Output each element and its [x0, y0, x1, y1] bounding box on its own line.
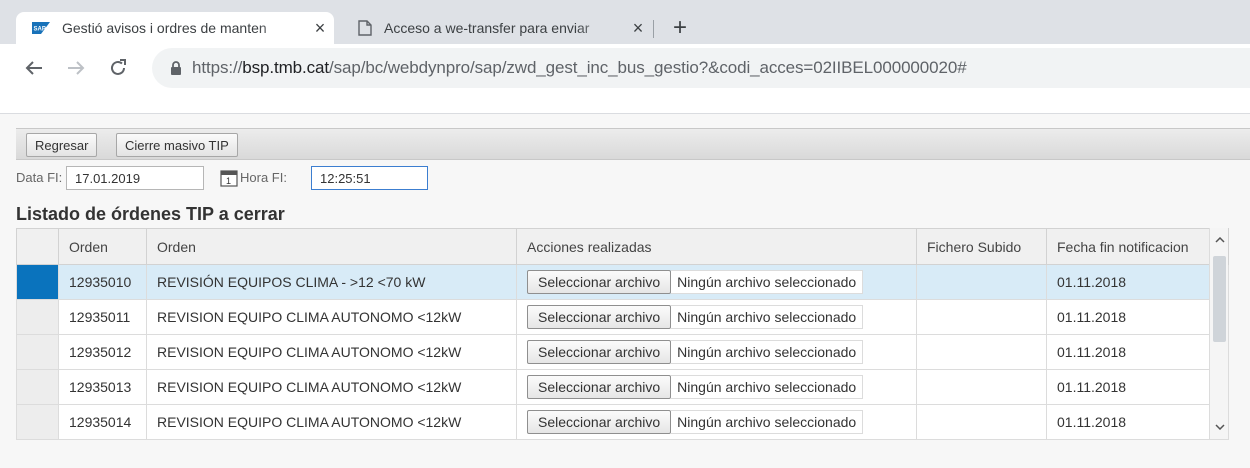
no-file-text: Ningún archivo seleccionado — [671, 340, 864, 364]
table-row[interactable]: 12935014 REVISION EQUIPO CLIMA AUTONOMO … — [16, 404, 1229, 440]
uploaded-file — [916, 369, 1047, 405]
table-row[interactable]: 12935011 REVISION EQUIPO CLIMA AUTONOMO … — [16, 299, 1229, 335]
no-file-text: Ningún archivo seleccionado — [671, 375, 864, 399]
back-arrow-icon[interactable] — [20, 54, 48, 82]
column-header-acciones[interactable]: Acciones realizadas — [516, 228, 917, 265]
notification-date: 01.11.2018 — [1046, 334, 1229, 370]
file-upload-cell: Seleccionar archivo Ningún archivo selecc… — [516, 334, 917, 370]
no-file-text: Ningún archivo seleccionado — [671, 270, 864, 294]
notification-date: 01.11.2018 — [1046, 264, 1229, 300]
uploaded-file — [916, 264, 1047, 300]
date-field[interactable]: 17.01.2019 — [66, 166, 204, 190]
page-content: Regresar Cierre masivo TIP Data FI: 17.0… — [0, 114, 1250, 468]
orders-table: Orden Orden Acciones realizadas Fichero … — [16, 228, 1229, 440]
notification-date: 01.11.2018 — [1046, 299, 1229, 335]
forward-arrow-icon[interactable] — [62, 54, 90, 82]
row-selector[interactable] — [16, 334, 59, 370]
plus-icon: + — [672, 14, 687, 41]
svg-text:SAP: SAP — [34, 27, 46, 33]
notification-date: 01.11.2018 — [1046, 404, 1229, 440]
tab-title: Acceso a we-transfer para enviar — [384, 20, 590, 36]
table-row[interactable]: 12935012 REVISION EQUIPO CLIMA AUTONOMO … — [16, 334, 1229, 370]
order-number: 12935013 — [58, 369, 147, 405]
column-header-select[interactable] — [16, 228, 59, 265]
sap-icon: SAP — [32, 22, 50, 34]
uploaded-file — [916, 404, 1047, 440]
order-description: REVISION EQUIPO CLIMA AUTONOMO <12kW — [146, 404, 517, 440]
row-selector[interactable] — [16, 299, 59, 335]
select-file-button[interactable]: Seleccionar archivo — [527, 375, 672, 399]
url-path: /sap/bc/webdynpro/sap/zwd_gest_inc_bus_g… — [329, 58, 967, 77]
order-number: 12935014 — [58, 404, 147, 440]
order-number: 12935011 — [58, 299, 147, 335]
select-file-button[interactable]: Seleccionar archivo — [527, 410, 672, 434]
browser-toolbar: https://bsp.tmb.cat/sap/bc/webdynpro/sap… — [0, 44, 1250, 114]
table-row[interactable]: 12935010 REVISIÓN EQUIPOS CLIMA - >12 <7… — [16, 264, 1229, 300]
list-title: Listado de órdenes TIP a cerrar — [16, 204, 285, 224]
file-upload-cell: Seleccionar archivo Ningún archivo selecc… — [516, 404, 917, 440]
table-header-row: Orden Orden Acciones realizadas Fichero … — [16, 228, 1229, 265]
uploaded-file — [916, 299, 1047, 335]
row-selector[interactable] — [16, 404, 59, 440]
browser-tab-strip: SAP Gestió avisos i ordres de manten × A… — [0, 0, 1250, 44]
url-host: bsp.tmb.cat — [242, 58, 330, 77]
no-file-text: Ningún archivo seleccionado — [671, 410, 864, 434]
column-header-fecha[interactable]: Fecha fin notificacion — [1046, 228, 1229, 265]
order-description: REVISIÓN EQUIPOS CLIMA - >12 <70 kW — [146, 264, 517, 300]
url-text: https://bsp.tmb.cat/sap/bc/webdynpro/sap… — [192, 58, 967, 78]
svg-text:1: 1 — [226, 176, 231, 186]
scroll-down-icon[interactable] — [1210, 417, 1229, 437]
order-number: 12935012 — [58, 334, 147, 370]
cierre-masivo-button[interactable]: Cierre masivo TIP — [116, 133, 238, 157]
scroll-up-icon[interactable] — [1210, 230, 1229, 250]
lock-icon — [171, 60, 181, 75]
document-icon — [358, 20, 372, 36]
sap-toolbar: Regresar Cierre masivo TIP — [16, 128, 1250, 160]
calendar-icon[interactable]: 1 — [220, 169, 238, 187]
close-tab-icon[interactable]: × — [624, 18, 652, 39]
column-header-fichero[interactable]: Fichero Subido — [916, 228, 1047, 265]
order-description: REVISION EQUIPO CLIMA AUTONOMO <12kW — [146, 299, 517, 335]
new-tab-button[interactable]: + — [666, 14, 694, 42]
row-selector[interactable] — [16, 264, 59, 300]
table-vertical-scrollbar[interactable] — [1209, 228, 1228, 439]
regresar-button[interactable]: Regresar — [26, 133, 98, 157]
file-upload-cell: Seleccionar archivo Ningún archivo selecc… — [516, 369, 917, 405]
file-upload-cell: Seleccionar archivo Ningún archivo selecc… — [516, 299, 917, 335]
time-field[interactable]: 12:25:51 — [311, 166, 428, 190]
file-upload-cell: Seleccionar archivo Ningún archivo selecc… — [516, 264, 917, 300]
tab-we-transfer[interactable]: Acceso a we-transfer para enviar × — [342, 12, 652, 44]
url-scheme: https:// — [192, 58, 243, 77]
tab-separator — [653, 20, 654, 38]
uploaded-file — [916, 334, 1047, 370]
tab-title: Gestió avisos i ordres de manten — [62, 20, 267, 36]
column-header-orden-desc[interactable]: Orden — [146, 228, 517, 265]
order-description: REVISION EQUIPO CLIMA AUTONOMO <12kW — [146, 334, 517, 370]
time-label: Hora FI: — [240, 170, 287, 185]
address-bar[interactable]: https://bsp.tmb.cat/sap/bc/webdynpro/sap… — [152, 48, 1250, 88]
close-tab-icon[interactable]: × — [306, 18, 334, 39]
table-row[interactable]: 12935013 REVISION EQUIPO CLIMA AUTONOMO … — [16, 369, 1229, 405]
notification-date: 01.11.2018 — [1046, 369, 1229, 405]
tab-gestio-avisos[interactable]: SAP Gestió avisos i ordres de manten × — [16, 12, 334, 44]
order-number: 12935010 — [58, 264, 147, 300]
reload-icon[interactable] — [104, 54, 132, 82]
scrollbar-thumb[interactable] — [1213, 256, 1226, 342]
column-header-orden[interactable]: Orden — [58, 228, 147, 265]
select-file-button[interactable]: Seleccionar archivo — [527, 270, 672, 294]
select-file-button[interactable]: Seleccionar archivo — [527, 340, 672, 364]
order-description: REVISION EQUIPO CLIMA AUTONOMO <12kW — [146, 369, 517, 405]
select-file-button[interactable]: Seleccionar archivo — [527, 305, 672, 329]
date-label: Data FI: — [16, 170, 63, 185]
row-selector[interactable] — [16, 369, 59, 405]
no-file-text: Ningún archivo seleccionado — [671, 305, 864, 329]
